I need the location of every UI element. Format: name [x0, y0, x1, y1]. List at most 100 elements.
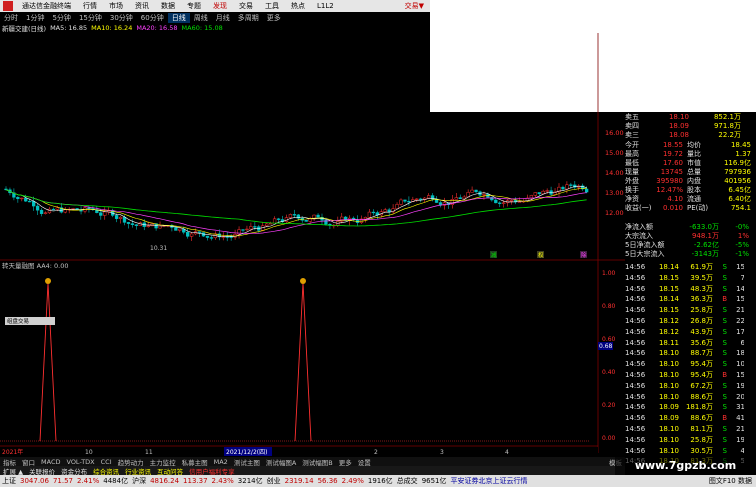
ind-tick: 0.40 — [602, 369, 616, 376]
candle-body — [122, 216, 127, 223]
candle-body — [20, 197, 24, 200]
tick-row: 14:56 18.10 95.4万 B 15 — [625, 371, 745, 379]
tab-extend[interactable]: 扩展 ▲ — [0, 466, 26, 476]
candle-body — [245, 228, 249, 231]
menu-item-market[interactable]: 行情 — [77, 1, 103, 11]
tick-row: 14:56 18.10 81.1万 S 21 — [625, 425, 745, 433]
price-tick: 15.00 — [605, 149, 624, 157]
date-tick: 4 — [505, 449, 509, 456]
menu-item-tools[interactable]: 工具 — [259, 1, 285, 11]
candle-body — [383, 209, 387, 213]
tick-row: 14:56 18.14 61.9万 S 15 — [625, 263, 745, 271]
tooltip-text: 组盘交易 — [7, 317, 29, 325]
candle-body — [399, 199, 403, 205]
tab-test-a[interactable]: 测试幅图A — [263, 457, 299, 467]
menu-item-discover[interactable]: 发现 — [207, 1, 233, 11]
tab-macd[interactable]: MACD — [38, 458, 63, 466]
signal-spike — [294, 282, 312, 442]
candle-body — [470, 189, 474, 193]
candle-body — [367, 211, 372, 218]
tab-vol[interactable]: VOL-TDX — [63, 458, 97, 466]
cy-value: 2319.14 — [284, 477, 314, 485]
period-tab[interactable]: 月线 — [212, 13, 234, 23]
candle-body — [541, 190, 545, 195]
candle-body — [494, 199, 498, 204]
period-tab[interactable]: 1分钟 — [22, 13, 48, 23]
tab-funds[interactable]: 资金分布 — [58, 466, 90, 476]
period-tab[interactable]: 15分钟 — [75, 13, 106, 23]
period-tab[interactable]: 5分钟 — [48, 13, 74, 23]
total-label: 总成交 — [396, 477, 418, 485]
tab-welfare[interactable]: 信用户福利专享 — [186, 466, 238, 476]
right-scroll-icons[interactable] — [744, 262, 756, 462]
period-tab[interactable]: 30分钟 — [106, 13, 137, 23]
candle-body — [209, 237, 214, 239]
total-value: 9651亿 — [421, 477, 447, 485]
tick-row: 14:56 18.15 39.5万 S 7 — [625, 273, 745, 282]
tab-cci[interactable]: CCI — [98, 458, 115, 466]
period-tab-more[interactable]: 更多 — [263, 13, 285, 23]
tab-related[interactable]: 关联报价 — [26, 466, 58, 476]
menu-item-l1l2[interactable]: L1L2 — [311, 2, 340, 10]
candle-body — [118, 216, 123, 219]
candle-body — [387, 209, 391, 213]
date-tick: 2 — [374, 449, 378, 456]
ma-legend: 新疆交建(日线) MA5: 16.85 MA10: 16.24 MA20: 16… — [0, 23, 430, 33]
kline-chart[interactable]: 16.00 15.00 14.00 13.00 12.00 10.31 减 权 … — [0, 33, 625, 473]
ind-tick: 0.80 — [602, 303, 616, 310]
menu-item-trade[interactable]: 交易 — [233, 1, 259, 11]
tab-qa[interactable]: 互动问答 — [154, 466, 186, 476]
candle-body — [28, 200, 32, 203]
menu-item-news[interactable]: 资讯 — [129, 1, 155, 11]
tab-more[interactable]: 更多 — [336, 457, 355, 467]
menu-item-exchange[interactable]: 市场 — [103, 1, 129, 11]
cy-pct: 2.49% — [341, 477, 364, 485]
price-tick: 14.00 — [605, 169, 624, 177]
tab-news[interactable]: 综合资讯 — [90, 466, 122, 476]
ma10-line — [5, 188, 587, 237]
tick-row: 14:56 18.10 25.8万 S 19 — [625, 435, 745, 444]
candle-body — [288, 214, 293, 218]
candle-body — [565, 184, 569, 190]
candle-body — [24, 197, 28, 202]
candlestick-group — [4, 180, 589, 242]
trade-dropdown-button[interactable]: 交易▼ — [399, 1, 430, 11]
hs-label[interactable]: 沪深 — [132, 476, 146, 486]
candle-body — [462, 196, 466, 199]
candle-body — [427, 195, 431, 199]
marker-label: 除 — [581, 251, 587, 259]
f10-link[interactable]: 图文F10 数据 — [709, 476, 756, 486]
candle-body — [269, 223, 273, 225]
date-cursor: 2021/12/2(四) — [226, 449, 267, 456]
menu-item-hot[interactable]: 热点 — [285, 1, 311, 11]
ma60-value: MA60: 15.08 — [181, 24, 223, 32]
stat-row: 收益(一) 0.010 PE(动) 754.1 — [625, 204, 751, 212]
candle-body — [16, 197, 20, 200]
period-tab[interactable]: 多周期 — [234, 13, 263, 23]
candle-body — [146, 225, 150, 227]
date-tick: 10 — [85, 449, 93, 456]
tab-industry[interactable]: 行业资讯 — [122, 466, 154, 476]
sh-label[interactable]: 上证 — [2, 476, 16, 486]
menu-item-topics[interactable]: 专题 — [181, 1, 207, 11]
news-ticker[interactable]: 平安证券北京上证云行情 — [451, 476, 528, 486]
candle-body — [43, 212, 48, 214]
status-bar: 上证 3047.06 71.57 2.41% 4484亿 沪深 4816.24 … — [0, 475, 756, 487]
candle-body — [545, 190, 549, 192]
menu-item-data[interactable]: 数据 — [155, 1, 181, 11]
candle-body — [272, 218, 277, 224]
period-tab-active[interactable]: 日线 — [167, 12, 190, 23]
candle-body — [4, 188, 8, 191]
tab-test-b[interactable]: 测试幅图B — [299, 457, 335, 467]
candle-body — [225, 236, 229, 238]
period-tab[interactable]: 周线 — [190, 13, 212, 23]
period-tab[interactable]: 分时 — [0, 13, 22, 23]
candle-body — [130, 223, 135, 225]
cy-amount: 1916亿 — [367, 477, 393, 485]
tab-ma2[interactable]: MA2 — [211, 458, 231, 466]
cy-label[interactable]: 创业 — [267, 476, 281, 486]
price-tick: 12.00 — [605, 209, 624, 217]
tab-settings[interactable]: 设置 — [355, 457, 374, 467]
candle-body — [482, 194, 486, 196]
period-tab[interactable]: 60分钟 — [137, 13, 168, 23]
